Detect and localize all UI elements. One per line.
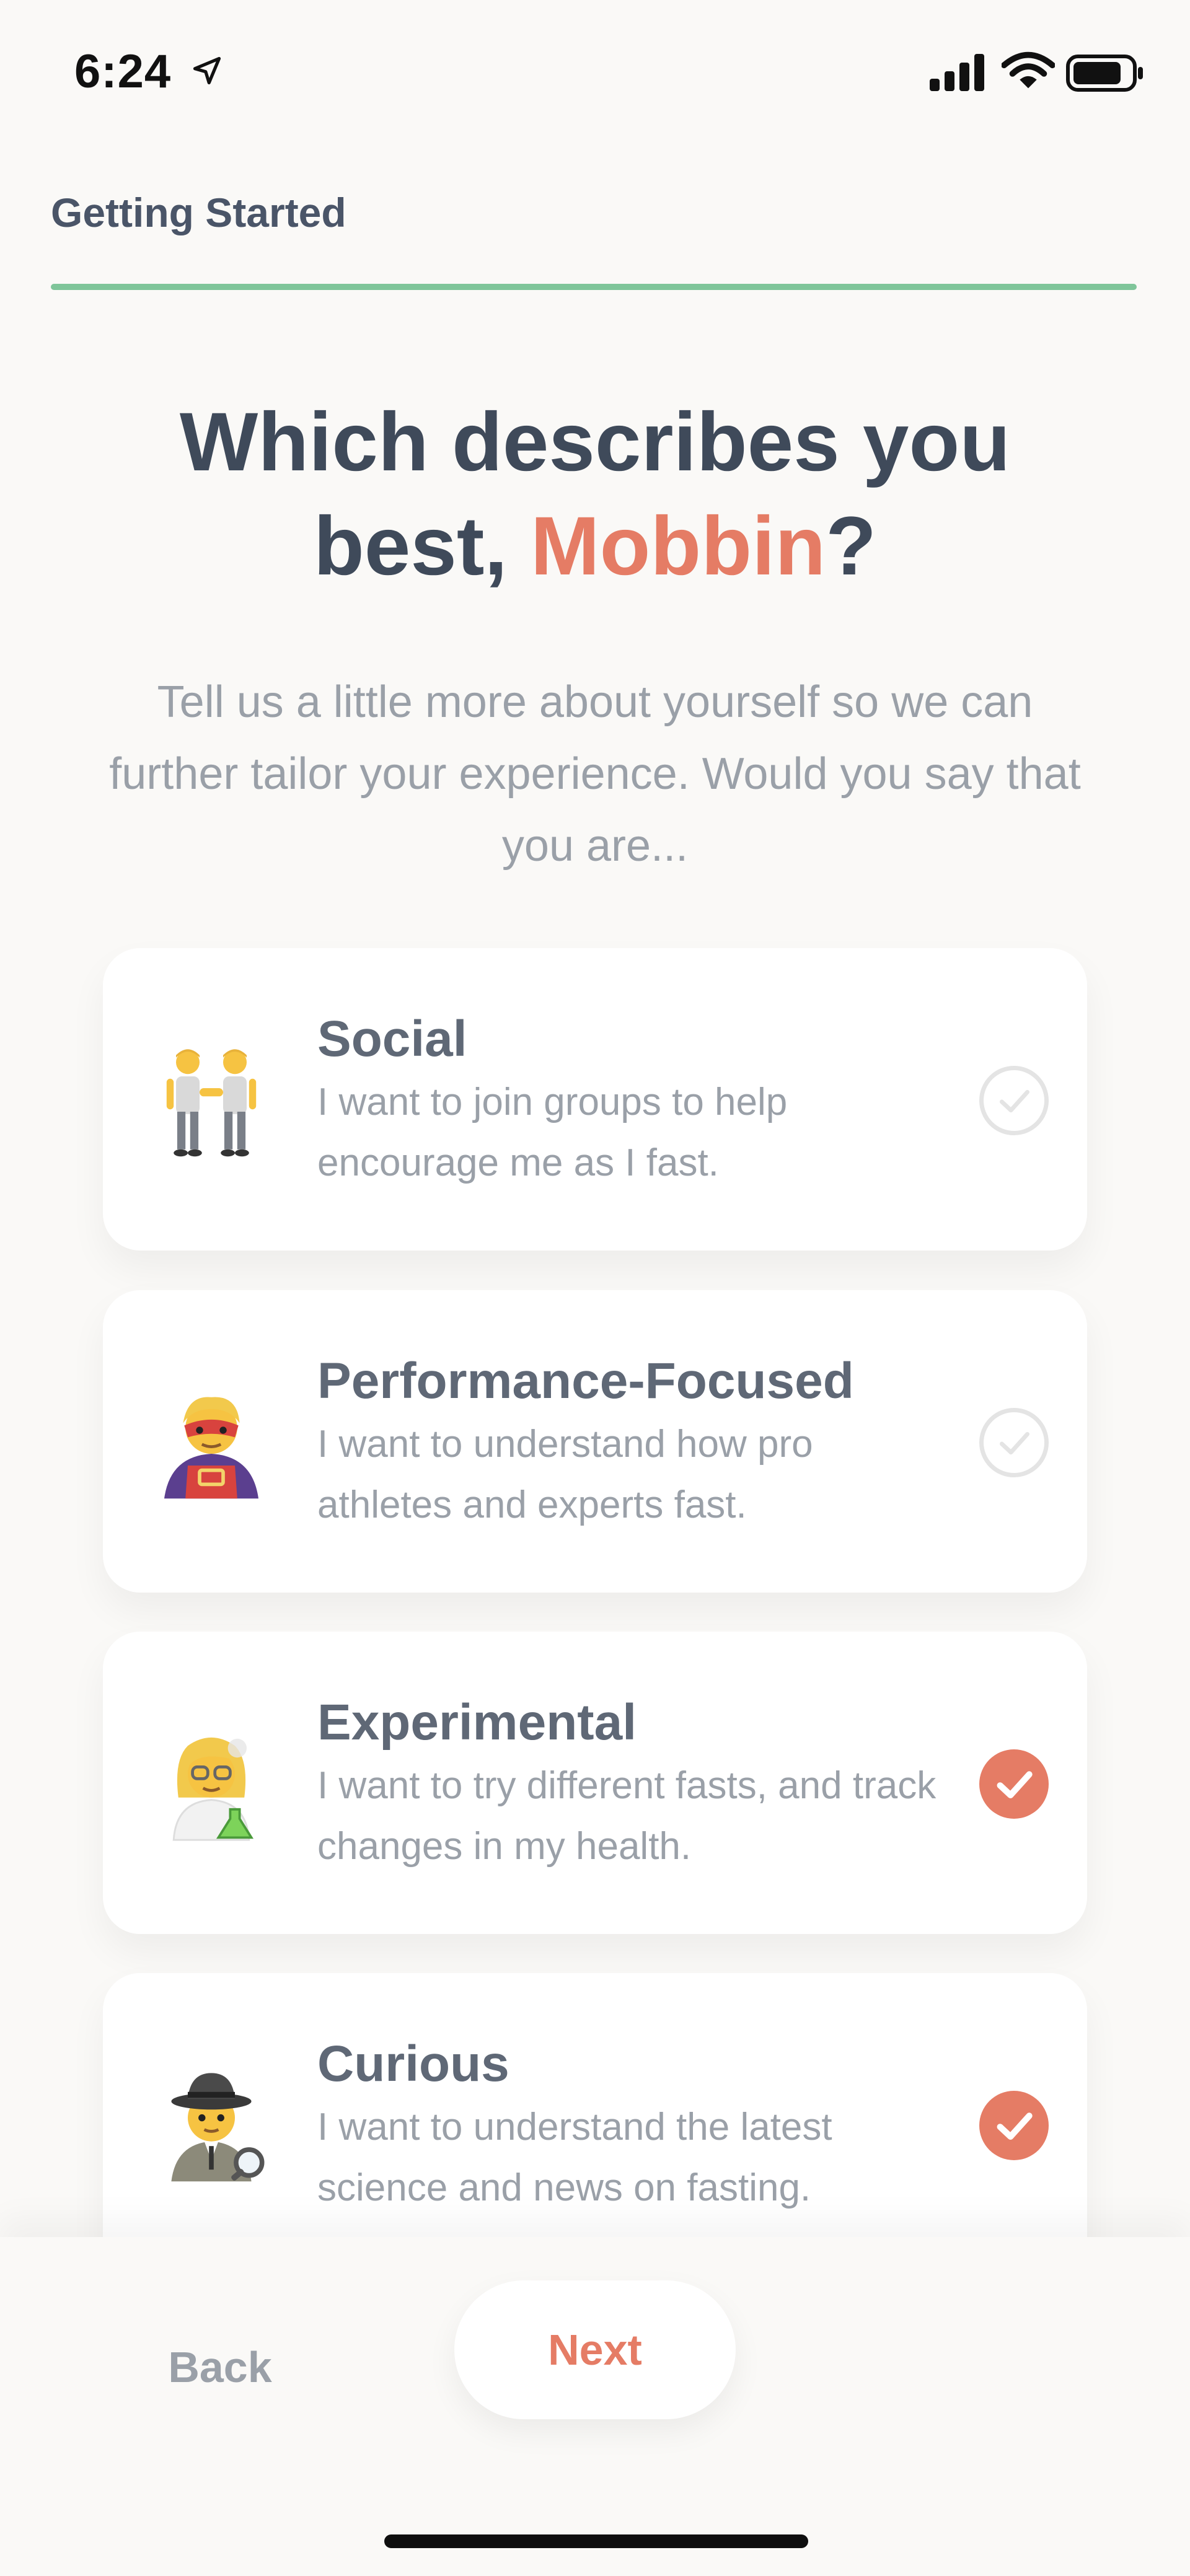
location-arrow-icon [193,56,221,85]
option-description: I want to understand the latest science … [317,2106,832,2209]
unchecked-icon[interactable] [979,1066,1049,1135]
bottom-navigation-bar: Back Next [0,2237,1190,2576]
home-indicator[interactable] [384,2534,808,2548]
option-description: I want to join groups to help encourage … [317,1081,788,1184]
checked-icon[interactable] [979,1749,1049,1819]
question-subtitle: Tell us a little more about yourself so … [109,677,1081,871]
scientist-icon [172,1737,254,1841]
onboarding-screen: 6:24 Getting Started Which describes you… [0,0,1190,2576]
option-title: Performance-Focused [317,1353,854,1409]
heading-suffix: ? [826,500,877,592]
checked-icon[interactable] [979,2091,1049,2160]
option-description: I want to try different fasts, and track… [317,1764,937,1868]
next-button[interactable]: Next [454,2280,736,2419]
option-description: I want to understand how pro athletes an… [317,1423,813,1526]
page-header-title: Getting Started [51,190,346,235]
user-name: Mobbin [530,500,826,592]
people-holding-hands-icon [166,1049,257,1157]
cellular-signal-icon [930,54,984,91]
detective-icon [171,2073,265,2182]
option-title: Experimental [317,1694,637,1751]
option-title: Social [317,1011,467,1067]
option-card-performance-focused[interactable]: Performance-Focused I want to understand… [103,1290,1087,1593]
status-bar: 6:24 [0,0,1190,136]
question-heading: Which describes you best, Mobbin? [99,390,1091,599]
battery-icon [1066,55,1143,92]
option-card-curious[interactable]: Curious I want to understand the latest … [103,1973,1087,2275]
progress-bar [51,284,1137,290]
superhero-icon [164,1397,258,1499]
status-time: 6:24 [74,45,172,98]
unchecked-icon[interactable] [979,1408,1049,1477]
wifi-icon [1002,51,1055,89]
option-title: Curious [317,2036,509,2092]
option-card-experimental[interactable]: Experimental I want to try different fas… [103,1632,1087,1934]
back-button[interactable]: Back [124,2324,316,2411]
option-card-social[interactable]: Social I want to join groups to help enc… [103,948,1087,1251]
